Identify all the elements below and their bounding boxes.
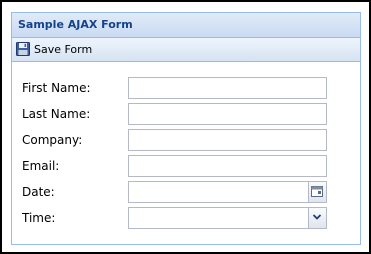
- email-field-wrap: [128, 155, 327, 177]
- panel-header: Sample AJAX Form: [12, 13, 360, 38]
- time-row: Time:: [12, 207, 360, 229]
- form-panel: Sample AJAX Form Save Form First Name: L…: [11, 12, 361, 245]
- first-name-row: First Name:: [12, 77, 360, 99]
- time-field[interactable]: [129, 208, 309, 228]
- calendar-icon: [311, 186, 323, 197]
- time-dropdown-button[interactable]: [308, 208, 326, 228]
- save-form-label: Save Form: [34, 43, 93, 56]
- date-label: Date:: [22, 185, 55, 199]
- toolbar: Save Form: [12, 38, 360, 62]
- first-name-field[interactable]: [129, 78, 326, 98]
- email-row: Email:: [12, 155, 360, 177]
- first-name-field-wrap: [128, 77, 327, 99]
- chevron-down-icon: [312, 214, 322, 220]
- panel-title: Sample AJAX Form: [18, 18, 133, 31]
- company-label: Company:: [22, 133, 83, 147]
- date-field-wrap: [128, 181, 327, 203]
- first-name-label: First Name:: [22, 81, 91, 95]
- company-field-wrap: [128, 129, 327, 151]
- date-row: Date:: [12, 181, 360, 203]
- company-field[interactable]: [129, 130, 326, 150]
- save-form-button[interactable]: Save Form: [16, 41, 92, 58]
- date-field[interactable]: [129, 182, 309, 202]
- time-field-wrap: [128, 207, 327, 229]
- last-name-label: Last Name:: [22, 107, 91, 121]
- floppy-disk-icon: [16, 42, 30, 56]
- form-body: First Name: Last Name: Company: Email: D…: [12, 62, 360, 244]
- last-name-field[interactable]: [129, 104, 326, 124]
- company-row: Company:: [12, 129, 360, 151]
- email-label: Email:: [22, 159, 60, 173]
- date-picker-button[interactable]: [308, 182, 326, 202]
- time-label: Time:: [22, 211, 56, 225]
- last-name-field-wrap: [128, 103, 327, 125]
- email-field[interactable]: [129, 156, 326, 176]
- window-frame: Sample AJAX Form Save Form First Name: L…: [0, 0, 371, 254]
- last-name-row: Last Name:: [12, 103, 360, 125]
